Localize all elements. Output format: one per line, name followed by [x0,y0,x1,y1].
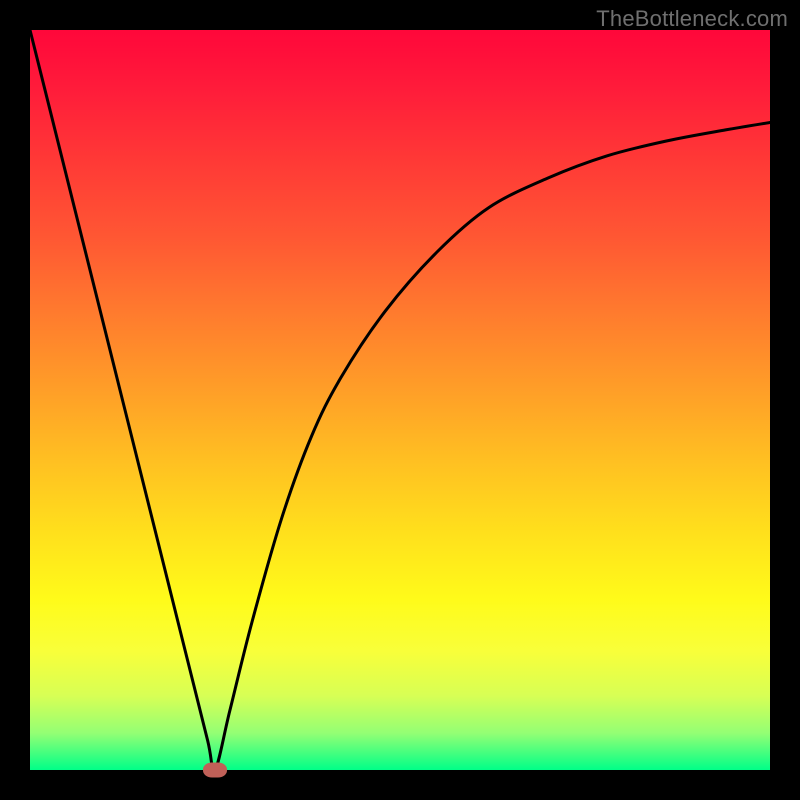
curve-path [30,30,770,770]
chart-plot-area [30,30,770,770]
watermark-text: TheBottleneck.com [596,6,788,32]
bottleneck-curve [30,30,770,770]
optimum-marker [203,763,227,778]
